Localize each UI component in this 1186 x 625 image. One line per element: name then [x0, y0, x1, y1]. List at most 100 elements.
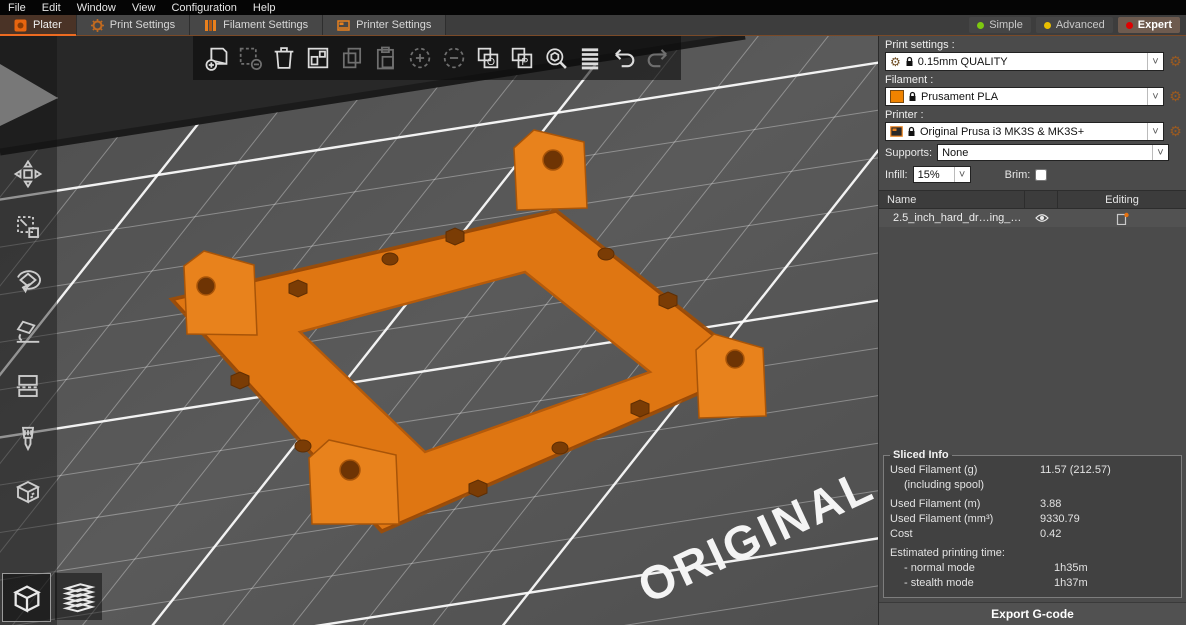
printer-settings-icon [337, 19, 350, 31]
split-to-parts-icon[interactable]: P [507, 43, 537, 73]
print-settings-gear-button[interactable]: ⚙ [1168, 54, 1183, 69]
print-settings-label: Print settings : [885, 39, 955, 51]
tab-label: Print Settings [109, 19, 176, 31]
infill-combo[interactable]: 15% ˅ [912, 166, 971, 183]
advanced-dot-icon [1043, 21, 1051, 29]
profile-gear-icon: ⚙ [890, 54, 901, 69]
sliced-info-panel: Sliced Info Used Filament (g) 11.57 (212.… [883, 449, 1182, 598]
build-plate-scene: ORIGINAL P [0, 36, 878, 625]
menu-file[interactable]: File [0, 1, 34, 15]
menu-view[interactable]: View [124, 1, 164, 15]
column-name: Name [879, 191, 1025, 208]
prusaslicer-window: File Edit Window View Configuration Help… [0, 0, 1186, 625]
gizmo-toolbar [7, 156, 49, 510]
search-icon[interactable] [541, 43, 571, 73]
sliced-info-row: Used Filament (mm³) 9330.79 [890, 513, 1080, 525]
paint-supports-tool-icon[interactable] [7, 421, 49, 457]
simple-dot-icon [977, 21, 985, 29]
svg-text:O: O [487, 56, 495, 68]
filament-gear-button[interactable]: ⚙ [1168, 89, 1183, 104]
mode-advanced[interactable]: Advanced [1035, 17, 1113, 33]
tab-filament-settings[interactable]: Filament Settings [190, 15, 324, 35]
filament-settings-icon [205, 19, 217, 31]
add-icon[interactable] [201, 43, 231, 73]
filament-color-swatch [890, 90, 904, 103]
menu-window[interactable]: Window [69, 1, 124, 15]
mode-expert[interactable]: Expert [1117, 17, 1180, 33]
tab-label: Plater [33, 19, 62, 31]
3d-editor-view-icon[interactable] [2, 573, 51, 622]
chevron-down-icon: ˅ [1147, 88, 1163, 105]
preview-view-icon[interactable] [55, 573, 102, 620]
tab-print-settings[interactable]: Print Settings [76, 15, 191, 35]
supports-value: None [942, 146, 969, 159]
sliced-info-row: (including spool) [904, 479, 985, 491]
filament-label: Filament : [885, 74, 934, 86]
sliced-info-row: Used Filament (g) 11.57 (212.57) [890, 464, 1111, 476]
delete-all-icon[interactable] [269, 43, 299, 73]
lock-icon [909, 91, 916, 101]
undo-icon[interactable] [609, 43, 639, 73]
scale-tool-icon[interactable] [7, 209, 49, 245]
printer-label: Printer : [885, 109, 924, 121]
chevron-down-icon: ˅ [953, 167, 970, 182]
object-name: 2.5_inch_hard_dr…ing_bracket.stl [893, 212, 1026, 224]
seam-tool-icon[interactable] [7, 474, 49, 510]
cut-tool-icon[interactable] [7, 368, 49, 404]
split-to-objects-icon[interactable]: O [473, 43, 503, 73]
chevron-down-icon: ˅ [1152, 145, 1168, 160]
printer-combo[interactable]: Original Prusa i3 MK3S & MK3S+ ˅ [885, 122, 1164, 141]
filament-value: Prusament PLA [921, 90, 999, 103]
3d-viewport[interactable]: ORIGINAL P O P [0, 36, 878, 625]
rotate-tool-icon[interactable] [7, 262, 49, 298]
mode-simple[interactable]: Simple [969, 17, 1031, 33]
brim-label: Brim: [1004, 168, 1031, 181]
object-row[interactable]: 2.5_inch_hard_dr…ing_bracket.stl [879, 209, 1186, 227]
delete-icon[interactable] [235, 43, 265, 73]
filament-combo[interactable]: Prusament PLA ˅ [885, 87, 1164, 106]
variable-layer-height-icon[interactable] [575, 43, 605, 73]
tab-label: Filament Settings [223, 19, 309, 31]
svg-text:P: P [521, 56, 528, 68]
chevron-down-icon: ˅ [1147, 53, 1163, 70]
lock-icon [908, 126, 915, 136]
menu-configuration[interactable]: Configuration [163, 1, 244, 15]
printer-gear-button[interactable]: ⚙ [1168, 124, 1183, 139]
infill-value: 15% [917, 168, 940, 181]
mode-label: Advanced [1055, 19, 1105, 31]
sliced-info-row: - stealth mode 1h37m [904, 577, 1088, 589]
copy-icon[interactable] [337, 43, 367, 73]
menu-edit[interactable]: Edit [34, 1, 69, 15]
print-settings-combo[interactable]: ⚙ 0.15mm QUALITY ˅ [885, 52, 1164, 71]
printer-value: Original Prusa i3 MK3S & MK3S+ [920, 125, 1085, 138]
printer-icon [890, 126, 903, 137]
plater-toolbar: O P [193, 36, 681, 80]
chevron-down-icon: ˅ [1147, 123, 1163, 140]
print-settings-icon [90, 18, 104, 32]
place-on-face-tool-icon[interactable] [7, 315, 49, 351]
sidebar: Print settings : ⚙ 0.15mm QUALITY ˅ ⚙ Fi… [878, 36, 1186, 625]
redo-icon[interactable] [643, 43, 673, 73]
sliced-info-title: Sliced Info [893, 449, 949, 461]
tab-plater[interactable]: Plater [0, 15, 77, 36]
infill-label: Infill: [885, 168, 908, 181]
brim-checkbox[interactable] [1035, 168, 1048, 181]
arrange-icon[interactable] [303, 43, 333, 73]
tab-printer-settings[interactable]: Printer Settings [323, 15, 447, 35]
view-toggle [2, 573, 102, 622]
supports-combo[interactable]: None ˅ [937, 144, 1169, 161]
menu-bar: File Edit Window View Configuration Help [0, 0, 1186, 15]
edit-object-icon[interactable] [1116, 212, 1129, 225]
paste-icon[interactable] [371, 43, 401, 73]
menu-help[interactable]: Help [245, 1, 284, 15]
export-gcode-button[interactable]: Export G-code [879, 602, 1186, 625]
eye-icon[interactable] [1035, 213, 1049, 223]
remove-instance-icon[interactable] [439, 43, 469, 73]
sliced-info-row: - normal mode 1h35m [904, 562, 1088, 574]
add-instance-icon[interactable] [405, 43, 435, 73]
mode-switcher: Simple Advanced Expert [969, 15, 1186, 35]
expert-dot-icon [1125, 21, 1133, 29]
supports-label: Supports: [885, 146, 933, 159]
move-tool-icon[interactable] [7, 156, 49, 192]
mode-label: Expert [1137, 19, 1172, 31]
